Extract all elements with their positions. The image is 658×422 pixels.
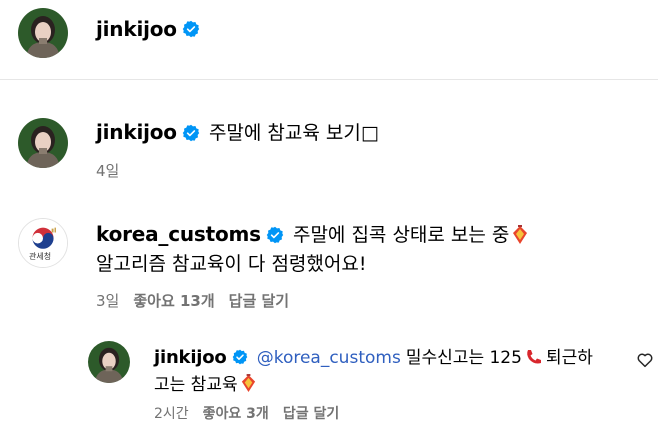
verified-badge-icon bbox=[182, 20, 200, 37]
header-divider bbox=[0, 79, 658, 80]
heart-icon[interactable] bbox=[636, 351, 654, 369]
reply-username[interactable]: jinkijoo bbox=[154, 347, 227, 368]
profile-photo bbox=[18, 118, 68, 168]
reply-text-line1: 밀수신고는 125 bbox=[405, 348, 522, 368]
reply-button[interactable]: 답글 달기 bbox=[229, 292, 289, 310]
profile-photo bbox=[88, 341, 130, 383]
comment-emoji: □ bbox=[360, 122, 379, 144]
reply-continuation: 고는 참교육 bbox=[154, 370, 257, 395]
reply-text-line1-tail: 퇴근하 bbox=[545, 348, 593, 368]
comment-username[interactable]: korea_customs bbox=[96, 222, 261, 246]
verified-badge-icon bbox=[232, 349, 247, 364]
reply-button[interactable]: 답글 달기 bbox=[283, 406, 339, 422]
comment-time[interactable]: 4일 bbox=[96, 162, 119, 180]
avatar[interactable] bbox=[18, 118, 68, 168]
comment-item: jinkijoo 주말에 참교육 보기□ bbox=[96, 118, 379, 145]
comment-text: 주말에 참교육 보기 bbox=[208, 122, 361, 144]
likes-count[interactable]: 좋아요 13개 bbox=[133, 292, 214, 310]
comment-continuation: 알고리즘 참교육이 다 점령했어요! bbox=[96, 249, 366, 276]
avatar[interactable] bbox=[88, 341, 130, 383]
lantern-emoji-icon bbox=[241, 374, 255, 392]
comment-text-line1: 주말에 집콕 상태로 보는 중 bbox=[292, 224, 510, 246]
telephone-emoji-icon bbox=[527, 349, 541, 363]
comment-username[interactable]: jinkijoo bbox=[96, 120, 177, 144]
reply-item: jinkijoo @korea_customs 밀수신고는 125 퇴근하 bbox=[154, 343, 624, 368]
comment-item: korea_customs 주말에 집콕 상태로 보는 중 bbox=[96, 220, 529, 247]
comment-meta: 4일 bbox=[96, 160, 133, 181]
header-username[interactable]: jinkijoo bbox=[96, 17, 200, 41]
profile-photo bbox=[18, 8, 68, 58]
comment-text-line2: 알고리즘 참교육이 다 점령했어요! bbox=[96, 253, 367, 275]
comment-time[interactable]: 3일 bbox=[96, 292, 119, 310]
lantern-emoji-icon bbox=[513, 224, 528, 244]
username-text[interactable]: jinkijoo bbox=[96, 17, 177, 41]
mention-link[interactable]: @korea_customs bbox=[257, 348, 401, 368]
verified-badge-icon bbox=[266, 226, 284, 243]
reply-meta: 2시간 좋아요 3개 답글 달기 bbox=[154, 403, 353, 422]
reply-text-line2: 고는 참교육 bbox=[154, 375, 238, 395]
post-header: jinkijoo bbox=[0, 0, 658, 80]
verified-badge-icon bbox=[182, 124, 200, 141]
reply-time[interactable]: 2시간 bbox=[154, 406, 189, 422]
avatar-label: 관세청 bbox=[29, 252, 52, 261]
comment-meta: 3일 좋아요 13개 답글 달기 bbox=[96, 290, 303, 311]
avatar[interactable] bbox=[18, 8, 68, 58]
likes-count[interactable]: 좋아요 3개 bbox=[203, 406, 269, 422]
